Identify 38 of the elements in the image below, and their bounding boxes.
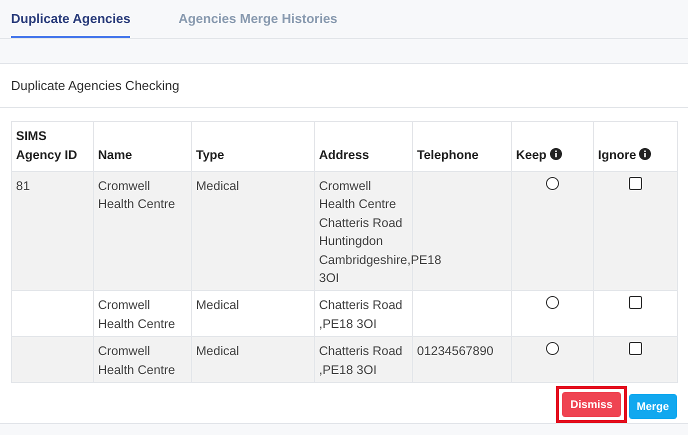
address-line: Cromwell — [319, 179, 372, 193]
table-cell: Cromwell Health Centre — [98, 179, 176, 212]
address-line: Health Centre — [319, 197, 396, 212]
dismiss-button[interactable]: Dismiss — [562, 392, 621, 418]
info-icon[interactable] — [639, 148, 652, 160]
ignore-checkbox[interactable] — [629, 296, 642, 310]
column-header: Address — [319, 148, 370, 162]
address-line: ,PE18 3OI — [319, 362, 377, 377]
tab[interactable]: Agencies Merge Histories — [178, 0, 338, 38]
address-line: 3OI — [319, 271, 340, 286]
address-line: Cambridgeshire,PE18 — [319, 252, 442, 267]
column-header: Keep — [516, 148, 547, 162]
merge-button[interactable]: Merge — [628, 394, 677, 420]
table-cell: Cromwell Health Centre — [98, 344, 176, 377]
column-header: Ignore — [598, 148, 636, 162]
table-cell: Medical — [196, 298, 240, 312]
column-header: Name — [98, 148, 132, 162]
keep-radio[interactable] — [546, 296, 559, 310]
ignore-checkbox[interactable] — [629, 342, 642, 356]
address-line: Chatteris Road — [319, 298, 402, 312]
address-line: Chatteris Road — [319, 216, 402, 230]
address-line: Chatteris Road — [319, 344, 402, 358]
keep-radio[interactable] — [546, 342, 559, 356]
table-cell: Cromwell Health Centre — [98, 298, 176, 331]
ignore-checkbox[interactable] — [629, 177, 642, 190]
keep-radio[interactable] — [546, 177, 559, 190]
info-icon[interactable] — [550, 148, 562, 160]
tab[interactable]: Duplicate Agencies — [11, 0, 130, 38]
address-line: ,PE18 3OI — [319, 316, 377, 331]
column-header: Type — [196, 148, 224, 162]
table-cell: 01234567890 — [417, 344, 494, 358]
column-header: Telephone — [417, 148, 479, 162]
table-cell: Medical — [196, 344, 240, 358]
table-cell: 81 — [16, 179, 30, 193]
card-title: Duplicate Agencies Checking — [0, 64, 688, 108]
column-header: SIMS Agency ID — [16, 129, 78, 162]
address-line: Huntingdon — [319, 234, 383, 248]
table-cell: Medical — [196, 179, 240, 193]
